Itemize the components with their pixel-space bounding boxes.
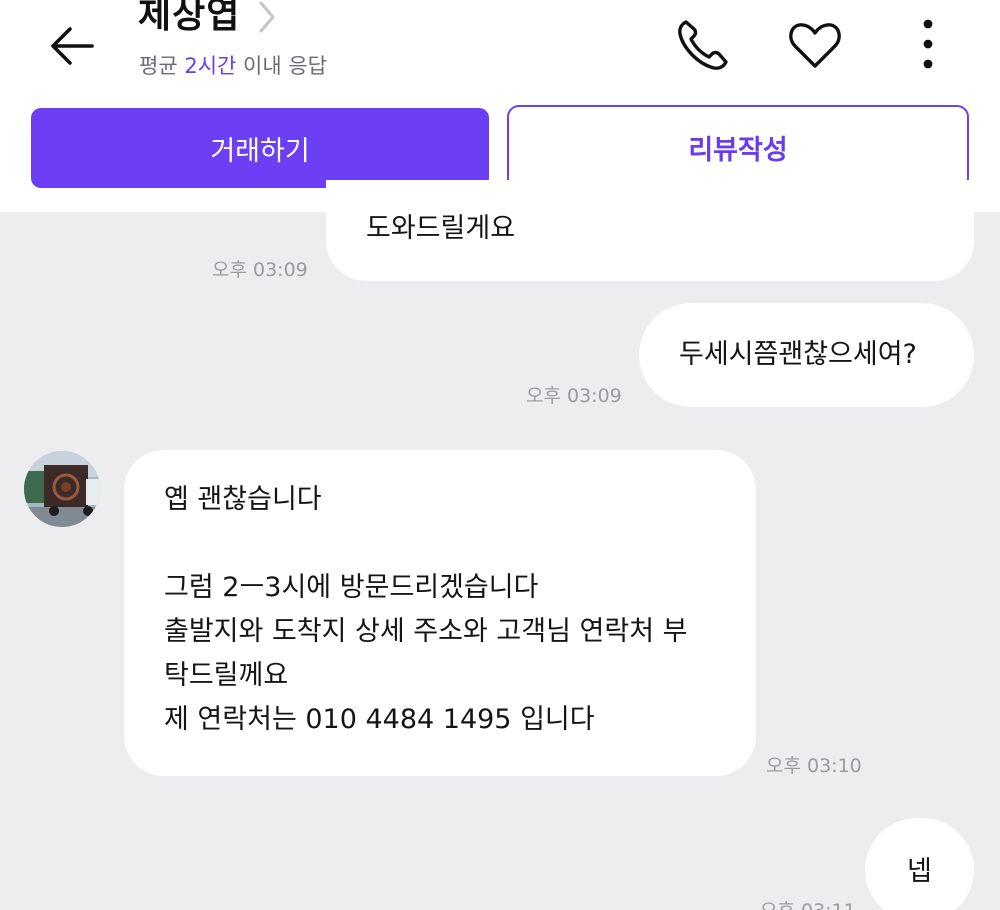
message-bubble-self[interactable]: 도와드릴게요 [326, 180, 974, 281]
favorite-button[interactable] [784, 14, 846, 76]
response-time-prefix: 평균 [139, 54, 185, 78]
message-text: 도와드릴게요 [366, 213, 516, 244]
response-time: 평균 2시간 이내 응답 [139, 50, 327, 80]
message-timestamp: 오후 03:09 [212, 259, 308, 281]
message-text: 옙 괜찮습니다 [164, 484, 322, 515]
more-vertical-icon [923, 19, 933, 69]
response-time-suffix: 이내 응답 [236, 54, 327, 78]
message-text: 넵 [907, 856, 932, 887]
chat-partner-name[interactable]: 제상엽 [138, 0, 240, 38]
message-timestamp: 오후 03:10 [766, 755, 862, 777]
back-button[interactable] [44, 18, 100, 74]
chat-screen: 제상엽 평균 2시간 이내 응답 거래하기 리뷰작성 도와드릴게요 오후 03:… [0, 0, 1000, 910]
message-text: 제 연락처는 010 4484 1495 입니다 [164, 704, 595, 735]
more-options-button[interactable] [908, 14, 948, 76]
write-review-button[interactable]: 리뷰작성 [507, 105, 969, 190]
message-bubble-self[interactable]: 넵 [865, 818, 974, 910]
message-timestamp: 오후 03:09 [526, 385, 622, 407]
truck-profile-image [24, 451, 100, 527]
phone-icon [678, 20, 728, 70]
message-text: 탁드릴께요 [164, 660, 289, 691]
call-button[interactable] [672, 14, 734, 76]
message-timestamp: 오후 03:11 [760, 896, 856, 910]
message-bubble-other[interactable]: 옙 괜찮습니다 그럼 2ㅡ3시에 방문드리겠습니다 출발지와 도착지 상세 주소… [124, 450, 756, 776]
response-time-value: 2시간 [184, 54, 237, 78]
heart-icon [789, 23, 841, 68]
chevron-right-icon[interactable] [256, 0, 278, 34]
message-text: 그럼 2ㅡ3시에 방문드리겠습니다 [164, 572, 539, 603]
message-text: 두세시쯤괜찮으세여? [679, 339, 917, 370]
message-text: 출발지와 도착지 상세 주소와 고객님 연락처 부 [164, 616, 688, 647]
avatar[interactable] [24, 451, 100, 527]
arrow-left-icon [51, 27, 94, 65]
message-bubble-self[interactable]: 두세시쯤괜찮으세여? [639, 303, 974, 407]
trade-button[interactable]: 거래하기 [31, 108, 489, 188]
